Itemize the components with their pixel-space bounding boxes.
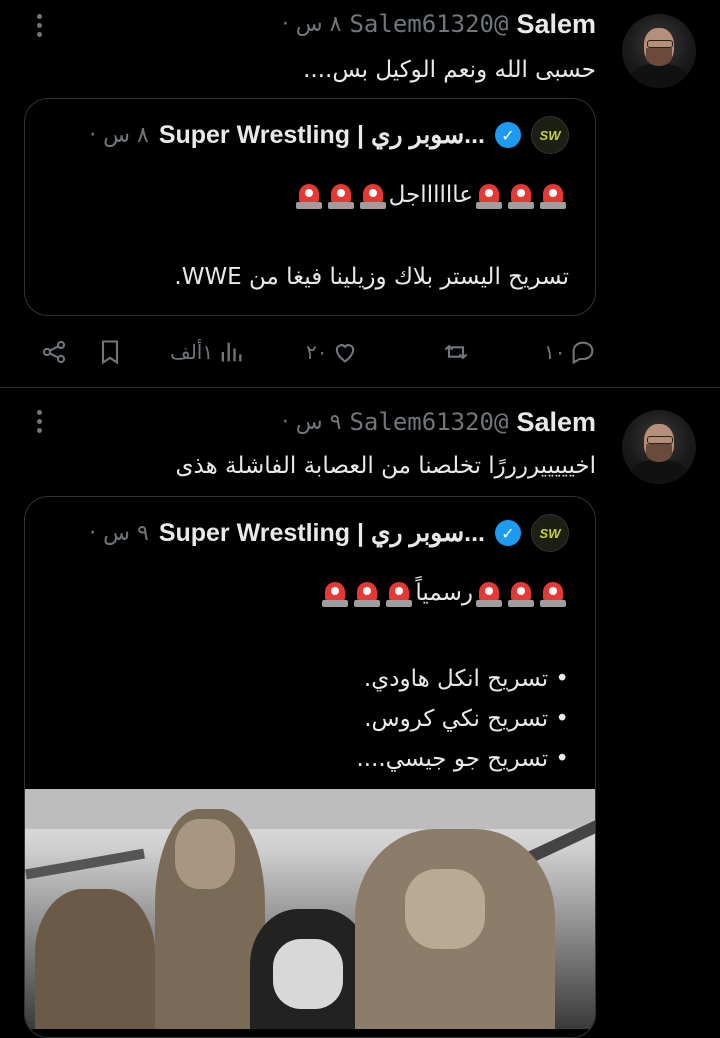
share-icon <box>42 340 66 364</box>
user-handle[interactable]: @Salem61320 <box>349 408 508 436</box>
police-light-icon <box>475 580 503 608</box>
quoted-tweet[interactable]: SW ✓ ...سوبر ري | Super Wrestling ٨ س · … <box>24 98 596 316</box>
quote-timestamp: ٨ س · <box>89 122 149 148</box>
police-light-icon <box>321 580 349 608</box>
bookmark-icon <box>101 340 119 365</box>
display-name[interactable]: Salem <box>516 9 596 40</box>
police-light-icon <box>507 182 535 210</box>
tweet-actions: ١٠ ٢٠ ١ألف <box>0 332 720 372</box>
police-light-icon <box>359 182 387 210</box>
police-light-icon <box>539 580 567 608</box>
timestamp[interactable]: ٨ س · <box>282 12 342 37</box>
bookmark-button[interactable] <box>96 332 124 372</box>
quote-headline: عااااااجل <box>388 182 473 208</box>
bullet-item: • تسريح نكي كروس. <box>364 706 569 732</box>
user-handle[interactable]: @Salem61320 <box>349 10 508 38</box>
account-logo-icon: SW <box>531 514 569 552</box>
avatar[interactable] <box>622 410 696 484</box>
display-name[interactable]: Salem <box>516 407 596 438</box>
police-light-icon <box>385 580 413 608</box>
bullet-item: • تسريح انكل هاودي. <box>363 666 569 692</box>
police-light-icon <box>539 182 567 210</box>
like-count: ٢٠ <box>306 340 328 364</box>
reply-icon <box>573 341 594 365</box>
police-light-icon <box>353 580 381 608</box>
verified-badge-icon: ✓ <box>495 122 521 148</box>
tweet-2[interactable]: Salem @Salem61320 ٩ س · اخيييييررررًا تخ… <box>0 388 720 1038</box>
quote-header: SW ✓ ...سوبر ري | Super Wrestling ٩ س · <box>89 514 569 552</box>
account-logo-icon: SW <box>531 116 569 154</box>
views-button[interactable]: ١ألف <box>170 332 245 372</box>
tweet-text: حسبى الله ونعم الوكيل بس.... <box>303 57 596 83</box>
reply-button[interactable]: ١٠ <box>544 332 597 372</box>
quote-media-image[interactable] <box>25 789 595 1029</box>
more-icon[interactable] <box>34 410 44 438</box>
police-light-icon <box>295 182 323 210</box>
quote-line-1: عااااااجل <box>293 175 569 215</box>
tweet-header: Salem @Salem61320 ٨ س · <box>282 8 596 40</box>
police-light-icon <box>507 580 535 608</box>
quoted-tweet[interactable]: SW ✓ ...سوبر ري | Super Wrestling ٩ س · … <box>24 496 596 1038</box>
quote-account-name: ...سوبر ري | Super Wrestling <box>158 519 485 547</box>
timestamp[interactable]: ٩ س · <box>282 410 342 435</box>
tweet-1[interactable]: Salem @Salem61320 ٨ س · حسبى الله ونعم ا… <box>0 0 720 388</box>
police-light-icon <box>327 182 355 210</box>
share-button[interactable] <box>40 332 68 372</box>
quote-line-2: تسريح اليستر بلاك وزيلينا فيغا من WWE. <box>174 264 569 290</box>
avatar[interactable] <box>622 14 696 88</box>
quote-line-1: رسمياً <box>319 573 569 613</box>
retweet-icon <box>444 344 468 360</box>
heart-icon <box>336 344 355 363</box>
quote-headline: رسمياً <box>415 580 473 606</box>
reply-count: ١٠ <box>544 340 566 364</box>
quote-header: SW ✓ ...سوبر ري | Super Wrestling ٨ س · <box>89 116 569 154</box>
tweet-text: اخيييييررررًا تخلصنا من العصابة الفاشلة … <box>175 453 597 479</box>
quote-timestamp: ٩ س · <box>89 520 149 546</box>
retweet-button[interactable] <box>442 332 470 372</box>
views-chart-icon <box>221 342 242 362</box>
view-count: ١ألف <box>170 340 214 364</box>
more-icon[interactable] <box>34 14 44 42</box>
like-button[interactable]: ٢٠ <box>306 332 359 372</box>
quote-account-name: ...سوبر ري | Super Wrestling <box>158 121 485 149</box>
police-light-icon <box>475 182 503 210</box>
verified-badge-icon: ✓ <box>495 520 521 546</box>
bullet-item: • تسريح جو جيسي.... <box>356 746 569 772</box>
tweet-header: Salem @Salem61320 ٩ س · <box>282 406 596 438</box>
